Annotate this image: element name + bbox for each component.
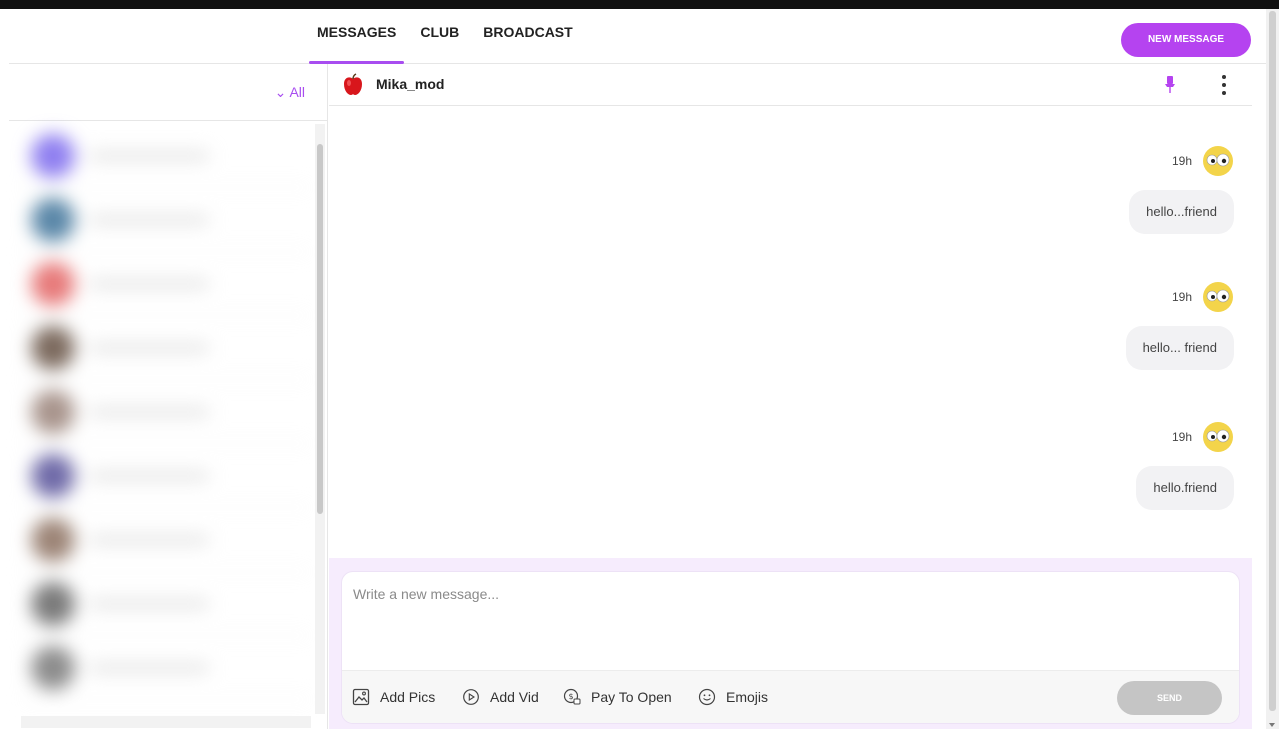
avatar (31, 645, 75, 690)
message-bubble[interactable]: hello... friend (1125, 326, 1234, 370)
conversation-list (21, 124, 311, 714)
sender-avatar-icon (1203, 282, 1233, 312)
play-circle-icon (463, 689, 479, 705)
divider (9, 120, 327, 121)
sender-avatar-icon (1203, 146, 1233, 176)
pay-to-open-button[interactable]: $ Pay To Open (563, 686, 672, 708)
scrollbar-thumb[interactable] (317, 144, 323, 514)
composer-area: Add Pics Add Vid $ Pay To Open (329, 558, 1252, 729)
avatar (31, 581, 75, 626)
conversation-preview (89, 535, 209, 544)
chat-header: Mika_mod (329, 64, 1252, 106)
conversation-preview (89, 407, 209, 416)
avatar (31, 389, 75, 434)
emojis-label: Emojis (726, 689, 769, 705)
smiley-icon (698, 688, 716, 706)
conversation-preview (89, 599, 209, 608)
conversation-item[interactable] (21, 380, 311, 444)
sender-avatar-icon (1203, 422, 1233, 452)
filter-dropdown[interactable]: ⌄ All (275, 84, 305, 101)
coin-lock-icon: $ (563, 688, 581, 705)
apple-avatar-icon (344, 73, 362, 95)
sidebar-scrollbar[interactable] (315, 124, 325, 714)
conversation-item[interactable] (21, 636, 311, 700)
conversation-preview (89, 663, 209, 672)
conversation-item[interactable] (21, 188, 311, 252)
conversation-preview (89, 279, 209, 288)
add-vid-label: Add Vid (490, 689, 539, 705)
composer-toolbar: Add Pics Add Vid $ Pay To Open Emojis SE… (342, 670, 1239, 723)
avatar (31, 325, 75, 370)
message-time: 19h (1171, 290, 1192, 304)
new-message-button[interactable]: NEW MESSAGE (1121, 23, 1251, 57)
pin-icon[interactable] (1163, 75, 1177, 95)
message-thread: 19h hello...friend 19h hello... friend 1… (329, 107, 1252, 558)
scroll-down-arrow-icon[interactable] (1269, 723, 1275, 727)
tab-club[interactable]: CLUB (412, 9, 467, 64)
send-button[interactable]: SEND (1117, 681, 1222, 715)
add-pics-button[interactable]: Add Pics (352, 686, 435, 708)
page-scrollbar[interactable] (1266, 9, 1279, 729)
add-vid-button[interactable]: Add Vid (462, 686, 539, 708)
conversation-preview (89, 215, 209, 224)
composer-box: Add Pics Add Vid $ Pay To Open (341, 571, 1240, 724)
message-time: 19h (1171, 430, 1192, 444)
avatar (31, 197, 75, 242)
tab-broadcast[interactable]: BROADCAST (475, 9, 580, 64)
avatar (31, 453, 75, 498)
message-time: 19h (1171, 154, 1192, 168)
conversation-preview (89, 343, 209, 352)
avatar (31, 133, 75, 178)
window-top-bar (0, 0, 1279, 9)
message-input[interactable] (353, 584, 1213, 604)
conversation-item[interactable] (21, 252, 311, 316)
pay-to-open-label: Pay To Open (591, 689, 672, 705)
sidebar-horizontal-scrollbar[interactable] (21, 716, 311, 728)
conversation-item[interactable] (21, 316, 311, 380)
tab-messages[interactable]: MESSAGES (309, 9, 405, 64)
top-nav: MESSAGES CLUB BROADCAST NEW MESSAGE (9, 9, 1266, 64)
conversation-preview (89, 151, 209, 160)
emojis-button[interactable]: Emojis (698, 686, 768, 708)
avatar (31, 517, 75, 562)
message-bubble[interactable]: hello...friend (1129, 190, 1234, 234)
nav-tabs: MESSAGES CLUB BROADCAST (309, 9, 589, 64)
conversation-sidebar: ⌄ All (9, 64, 328, 729)
conversation-item[interactable] (21, 444, 311, 508)
page-scrollbar-thumb[interactable] (1269, 11, 1276, 711)
conversation-item[interactable] (21, 124, 311, 188)
add-pics-label: Add Pics (380, 689, 436, 705)
conversation-preview (89, 471, 209, 480)
avatar (31, 261, 75, 306)
more-options-icon[interactable] (1220, 73, 1228, 97)
svg-text:$: $ (568, 692, 573, 701)
message-bubble[interactable]: hello.friend (1136, 466, 1234, 510)
contact-name[interactable]: Mika_mod (376, 76, 444, 92)
image-icon (352, 688, 370, 706)
conversation-item[interactable] (21, 572, 311, 636)
conversation-item[interactable] (21, 508, 311, 572)
